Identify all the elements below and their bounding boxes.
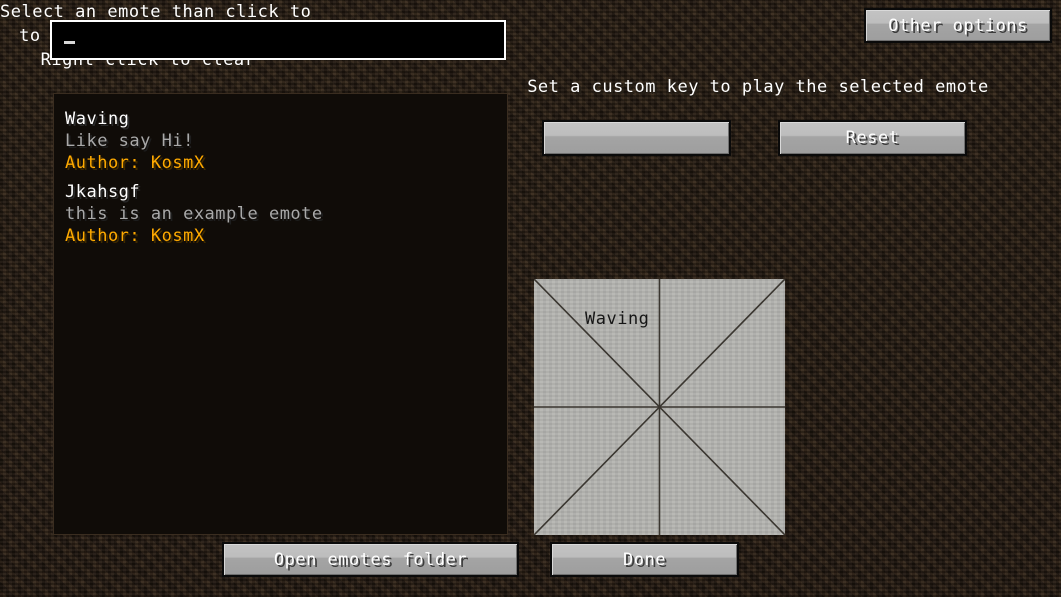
emote-description: this is an example emote (65, 204, 323, 224)
done-button[interactable]: Done (550, 542, 739, 577)
emote-title: Jkahsgf (65, 182, 141, 202)
reset-keybind-button[interactable]: Reset (778, 120, 967, 156)
text-caret (64, 41, 75, 44)
search-input[interactable] (50, 20, 506, 60)
emote-author: Author: KosmX (65, 226, 205, 246)
emote-title: Waving (65, 109, 130, 129)
wheel-slot-label-top-left[interactable]: Waving (585, 309, 649, 329)
emote-config-screen: Waving Like say Hi! Author: KosmX Jkahsg… (0, 0, 1061, 597)
open-emotes-folder-button[interactable]: Open emotes folder (222, 542, 519, 577)
wheel-divider-lines (534, 279, 785, 535)
emote-author: Author: KosmX (65, 153, 205, 173)
keybind-button[interactable] (542, 120, 731, 156)
fast-menu-wheel[interactable]: Waving (534, 279, 785, 535)
keybind-header-label: Set a custom key to play the selected em… (527, 77, 989, 97)
other-options-button[interactable]: Other options (864, 8, 1052, 43)
emote-description: Like say Hi! (65, 131, 194, 151)
emote-list[interactable]: Waving Like say Hi! Author: KosmX Jkahsg… (53, 93, 508, 535)
